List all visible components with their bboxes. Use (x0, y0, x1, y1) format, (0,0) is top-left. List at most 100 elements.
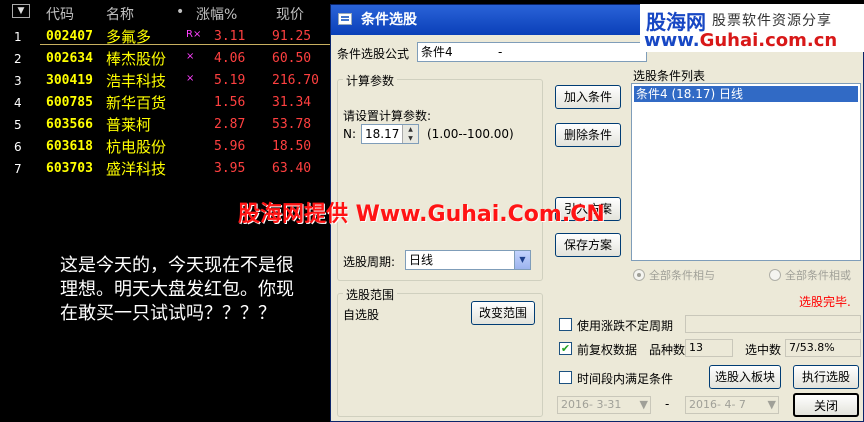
delete-condition-button[interactable]: 删除条件 (555, 123, 621, 147)
logo-tagline: 股票软件资源分享 (712, 13, 832, 29)
row-index: 5 (14, 118, 22, 132)
stock-name: 杭电股份 (106, 138, 167, 156)
stock-name: 普莱柯 (106, 116, 152, 134)
param-range: (1.00--100.00) (427, 127, 514, 141)
row-index: 4 (14, 96, 22, 110)
stock-name: 棒杰股份 (106, 50, 167, 68)
header-change[interactable]: 涨幅% (196, 4, 237, 24)
quote-header: ▼ 代码 名称 • 涨幅% 现价 (0, 4, 340, 24)
header-name[interactable]: 名称 (106, 4, 134, 24)
row-index: 1 (14, 30, 22, 44)
stock-change: 3.95 (214, 161, 246, 176)
param-n-label: N: (343, 127, 357, 141)
count-label: 品种数 (649, 343, 686, 357)
table-row[interactable]: 3 300419 浩丰科技 × 5.19 216.70 (0, 70, 340, 92)
dialog-title: 条件选股 (361, 12, 417, 28)
row-divider (40, 44, 340, 45)
formula-label: 条件选股公式 (337, 47, 410, 61)
row-index: 3 (14, 74, 22, 88)
radio-all-or-label: 全部条件相或 (785, 269, 851, 282)
formula-select[interactable]: 条件4 - (417, 42, 647, 62)
header-price[interactable]: 现价 (276, 4, 304, 24)
period-range-field (685, 315, 861, 333)
add-condition-button[interactable]: 加入条件 (555, 85, 621, 109)
stock-code: 603618 (46, 139, 93, 154)
stock-change: 2.87 (214, 117, 246, 132)
use-period-label: 使用涨跌不定周期 (577, 319, 674, 333)
stock-price: 53.78 (272, 117, 312, 132)
close-button[interactable]: 关闭 (793, 393, 859, 417)
chevron-down-icon[interactable]: ▼ (514, 251, 530, 269)
site-logo: 股海网 股票软件资源分享 www.Guhai.com.cn (640, 4, 864, 52)
date-to-value: 2016- 4- 7 (689, 398, 746, 411)
formula-value: 条件4 (421, 45, 453, 59)
chevron-down-icon: ▼ (639, 398, 648, 411)
window-icon (338, 13, 352, 25)
stock-price: 18.50 (272, 139, 312, 154)
param-n-input[interactable]: 18.17 ▲ ▼ (361, 124, 419, 144)
stock-flag: × (186, 51, 195, 62)
stock-flag: R× (186, 29, 202, 40)
stock-change: 4.06 (214, 51, 246, 66)
time-range-checkbox[interactable] (559, 371, 572, 384)
stock-name: 浩丰科技 (106, 72, 167, 90)
table-row[interactable]: 6 603618 杭电股份 5.96 18.50 (0, 136, 340, 158)
table-row[interactable]: 5 603566 普莱柯 2.87 53.78 (0, 114, 340, 136)
time-range-label: 时间段内满足条件 (577, 372, 674, 386)
stock-name: 新华百货 (106, 94, 167, 112)
stock-price: 60.50 (272, 51, 312, 66)
save-plan-button[interactable]: 保存方案 (555, 233, 621, 257)
condition-list-label: 选股条件列表 (633, 69, 706, 83)
list-item[interactable]: 条件4 (18.17) 日线 (634, 86, 858, 102)
execute-select-button[interactable]: 执行选股 (793, 365, 859, 389)
count-field: 13 (685, 339, 733, 357)
stock-code: 300419 (46, 73, 93, 88)
status-text: 选股完毕. (799, 295, 851, 309)
adjusted-label: 前复权数据 (577, 343, 638, 357)
condition-list[interactable]: 条件4 (18.17) 日线 (631, 83, 861, 261)
table-row[interactable]: 4 600785 新华百货 1.56 31.34 (0, 92, 340, 114)
watermark-text: 股海网提供 Www.Guhai.Com.CN (238, 202, 605, 227)
param-n-value: 18.17 (365, 127, 400, 141)
selected-label: 选中数 (745, 343, 782, 357)
stock-price: 63.40 (272, 161, 312, 176)
sort-dropdown-icon[interactable]: ▼ (12, 4, 30, 18)
row-index: 7 (14, 162, 22, 176)
select-to-block-button[interactable]: 选股入板块 (709, 365, 781, 389)
stock-code: 603566 (46, 117, 93, 132)
stock-change: 1.56 (214, 95, 246, 110)
stock-price: 216.70 (272, 73, 319, 88)
date-separator: - (665, 397, 670, 411)
header-code[interactable]: 代码 (46, 4, 74, 24)
row-index: 2 (14, 52, 22, 66)
use-period-checkbox[interactable] (559, 318, 572, 331)
stock-change: 5.19 (214, 73, 246, 88)
adjusted-checkbox[interactable]: ✔ (559, 342, 572, 355)
range-value: 自选股 (343, 308, 380, 322)
spin-updown-icon[interactable]: ▲ ▼ (402, 125, 418, 143)
stock-code: 603703 (46, 161, 93, 176)
stock-price: 31.34 (272, 95, 312, 110)
table-row[interactable]: 7 603703 盛洋科技 3.95 63.40 (0, 158, 340, 180)
chevron-down-icon: ▼ (767, 398, 776, 411)
date-from-picker: 2016- 3-31 ▼ (557, 396, 651, 414)
stock-code: 002634 (46, 51, 93, 66)
calc-prompt: 请设置计算参数: (343, 109, 432, 123)
radio-all-and-label: 全部条件相与 (649, 269, 715, 282)
selected-field: 7/53.8% (785, 339, 861, 357)
date-to-picker: 2016- 4- 7 ▼ (685, 396, 779, 414)
period-value: 日线 (409, 253, 434, 267)
user-comment: 这是今天的，今天现在不是很理想。明天大盘发红包。你现在敢买一只试试吗？？？？ (60, 255, 294, 324)
date-from-value: 2016- 3-31 (561, 398, 622, 411)
formula-suffix: - (498, 45, 503, 59)
radio-all-or[interactable] (769, 269, 781, 281)
period-select[interactable]: 日线 ▼ (405, 250, 531, 270)
table-row[interactable]: 2 002634 棒杰股份 × 4.06 60.50 (0, 48, 340, 70)
row-index: 6 (14, 140, 22, 154)
change-range-button[interactable]: 改变范围 (471, 301, 535, 325)
radio-all-and[interactable] (633, 269, 645, 281)
logo-url: www.Guhai.com.cn (644, 30, 838, 51)
period-label: 选股周期: (343, 255, 396, 269)
stock-code: 600785 (46, 95, 93, 110)
calc-params-title: 计算参数 (343, 72, 398, 89)
